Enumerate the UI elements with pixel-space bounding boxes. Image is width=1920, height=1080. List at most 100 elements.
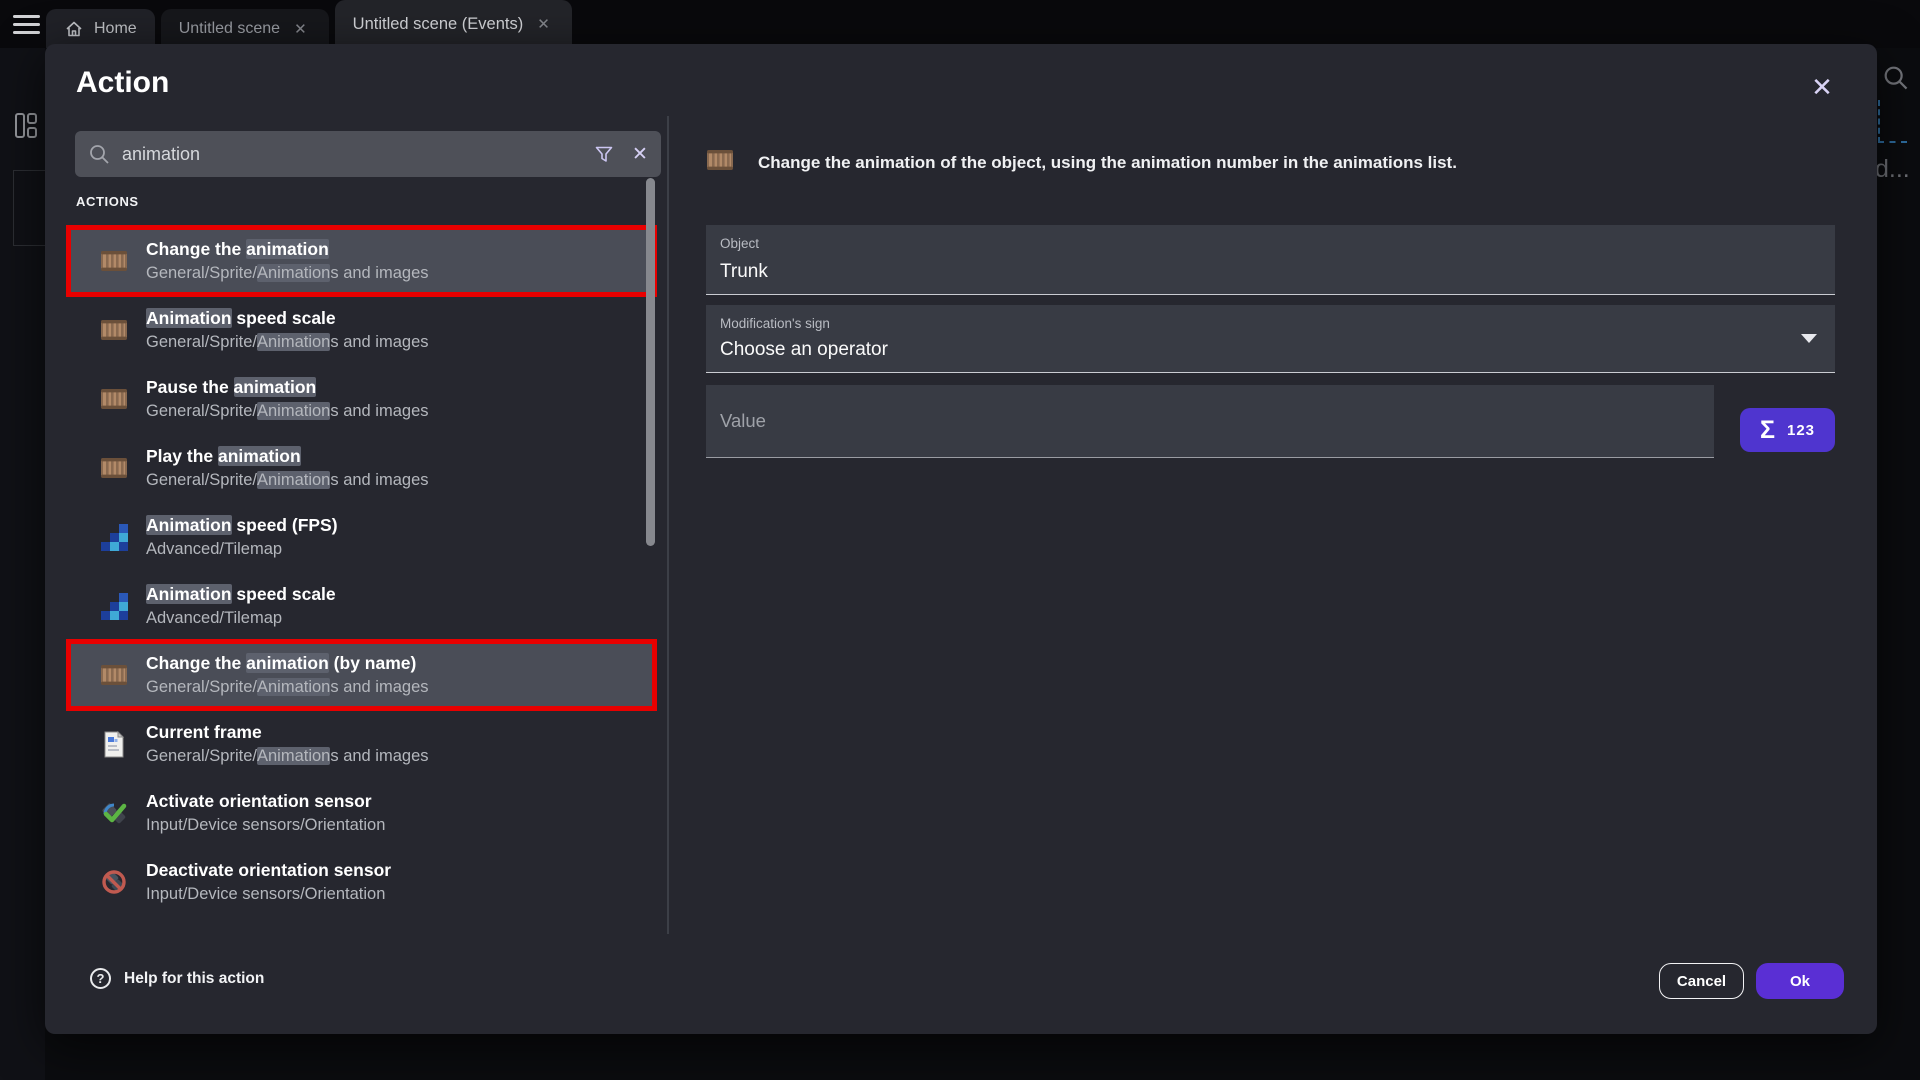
- tilemap-icon: [99, 593, 129, 620]
- app-window: HomeUntitled scene✕Untitled scene (Event…: [0, 0, 1920, 1080]
- sensor-deactivate-icon: [99, 869, 129, 895]
- action-text: Play the animation General/Sprite/Animati…: [146, 446, 429, 489]
- home-icon: [64, 20, 84, 38]
- sprite-animation-icon: [99, 249, 129, 273]
- sprite-animation-icon: [99, 663, 129, 687]
- action-text: Current frame General/Sprite/Animations a…: [146, 722, 429, 765]
- cancel-button[interactable]: Cancel: [1659, 963, 1744, 999]
- actions-section-header: ACTIONS: [76, 194, 139, 209]
- action-subtitle: General/Sprite/Animations and images: [146, 333, 429, 352]
- sprite-animation-icon: [99, 318, 129, 342]
- action-text: Activate orientation sensor Input/Device …: [146, 791, 385, 834]
- value-field: [706, 385, 1714, 458]
- action-title: Pause the animation: [146, 377, 429, 397]
- action-title: Animation speed scale: [146, 308, 429, 328]
- panel-divider: [667, 116, 669, 934]
- action-title: Change the animation (by name): [146, 653, 429, 673]
- action-text: Animation speed scale Advanced/Tilemap: [146, 584, 336, 627]
- action-text: Change the animation (by name) General/Sp…: [146, 653, 429, 696]
- action-text: Deactivate orientation sensor Input/Devic…: [146, 860, 391, 903]
- sprite-animation-icon: [706, 148, 734, 177]
- action-subtitle: General/Sprite/Animations and images: [146, 264, 429, 283]
- tab-label: Untitled scene: [179, 20, 280, 38]
- tab-untitled-scene[interactable]: Untitled scene ✕: [161, 9, 329, 48]
- action-title: Deactivate orientation sensor: [146, 860, 391, 880]
- action-text: Animation speed (FPS) Advanced/Tilemap: [146, 515, 338, 558]
- operator-field-value: Choose an operator: [720, 339, 888, 361]
- action-subtitle: General/Sprite/Animations and images: [146, 402, 429, 421]
- dialog-title: Action: [76, 66, 169, 100]
- expression-123-label: 123: [1787, 422, 1815, 439]
- tab-untitled-scene-events[interactable]: Untitled scene (Events) ✕: [335, 0, 572, 48]
- chevron-down-icon: [1801, 334, 1817, 343]
- action-title: Activate orientation sensor: [146, 791, 385, 811]
- action-list-item[interactable]: Animation speed scale Advanced/Tilemap: [71, 575, 652, 637]
- action-list: Change the animation General/Sprite/Anima…: [71, 230, 652, 920]
- action-title: Change the animation: [146, 239, 429, 259]
- action-subtitle: General/Sprite/Animations and images: [146, 747, 429, 766]
- action-subtitle: Input/Device sensors/Orientation: [146, 816, 385, 835]
- object-field[interactable]: Object Trunk: [706, 225, 1835, 295]
- object-field-value: Trunk: [720, 261, 768, 283]
- action-list-item[interactable]: Activate orientation sensor Input/Device …: [71, 782, 652, 844]
- help-label: Help for this action: [124, 970, 264, 988]
- action-list-item[interactable]: Current frame General/Sprite/Animations a…: [71, 713, 652, 775]
- action-list-item[interactable]: Deactivate orientation sensor Input/Devic…: [71, 851, 652, 913]
- action-subtitle: Advanced/Tilemap: [146, 609, 336, 628]
- action-title: Play the animation: [146, 446, 429, 466]
- action-list-item[interactable]: Change the animation (by name) General/Sp…: [71, 644, 652, 706]
- operator-select[interactable]: Modification's sign Choose an operator: [706, 305, 1835, 373]
- action-list-item[interactable]: Change the animation General/Sprite/Anima…: [71, 230, 652, 292]
- action-subtitle: General/Sprite/Animations and images: [146, 678, 429, 697]
- tab-label: Untitled scene (Events): [353, 15, 524, 34]
- sprite-animation-icon: [99, 387, 129, 411]
- action-text: Change the animation General/Sprite/Anima…: [146, 239, 429, 282]
- truncated-event-text: d...: [1875, 155, 1910, 184]
- action-list-item[interactable]: Play the animation General/Sprite/Animati…: [71, 437, 652, 499]
- action-subtitle: Advanced/Tilemap: [146, 540, 338, 559]
- action-list-item[interactable]: Pause the animation General/Sprite/Animat…: [71, 368, 652, 430]
- ok-button[interactable]: Ok: [1756, 963, 1844, 999]
- left-toolbar-strip: [0, 48, 45, 1080]
- frame-icon: [99, 731, 129, 758]
- list-scrollbar[interactable]: [646, 178, 655, 546]
- close-icon[interactable]: ✕: [1805, 70, 1839, 104]
- action-description-row: Change the animation of the object, usin…: [706, 148, 1835, 177]
- event-drop-indicator: [1878, 100, 1907, 143]
- tab-home[interactable]: Home: [46, 9, 155, 48]
- action-list-item[interactable]: Animation speed (FPS) Advanced/Tilemap: [71, 506, 652, 568]
- filter-icon[interactable]: [589, 146, 619, 163]
- sensor-activate-icon: [99, 800, 129, 826]
- help-icon: ?: [90, 968, 111, 989]
- action-title: Animation speed (FPS): [146, 515, 338, 535]
- action-title: Animation speed scale: [146, 584, 336, 604]
- action-text: Pause the animation General/Sprite/Animat…: [146, 377, 429, 420]
- tab-close-icon[interactable]: ✕: [290, 18, 311, 40]
- action-subtitle: General/Sprite/Animations and images: [146, 471, 429, 490]
- tab-close-icon[interactable]: ✕: [533, 13, 554, 35]
- action-title: Current frame: [146, 722, 429, 742]
- tilemap-icon: [99, 524, 129, 551]
- action-description: Change the animation of the object, usin…: [758, 153, 1457, 173]
- panels-icon[interactable]: [14, 112, 38, 144]
- hamburger-icon[interactable]: [13, 15, 40, 34]
- expression-builder-button[interactable]: Σ 123: [1740, 408, 1835, 452]
- sigma-icon: Σ: [1760, 418, 1775, 443]
- sprite-animation-icon: [99, 456, 129, 480]
- events-search-icon[interactable]: [1882, 64, 1909, 96]
- object-field-label: Object: [720, 236, 759, 251]
- clear-icon[interactable]: ✕: [625, 143, 655, 166]
- help-link[interactable]: ? Help for this action: [90, 968, 264, 989]
- action-text: Animation speed scale General/Sprite/Anim…: [146, 308, 429, 351]
- editor-tab-bar: HomeUntitled scene✕Untitled scene (Event…: [0, 0, 1920, 48]
- value-input[interactable]: [706, 385, 1714, 457]
- background-panel-outline: [13, 170, 46, 246]
- operator-field-label: Modification's sign: [720, 316, 830, 331]
- action-subtitle: Input/Device sensors/Orientation: [146, 885, 391, 904]
- tab-strip: HomeUntitled scene✕Untitled scene (Event…: [46, 0, 578, 48]
- action-dialog: Action ✕ ✕ ACTIONS Change the animation G…: [45, 44, 1877, 1034]
- search-input[interactable]: [120, 143, 589, 166]
- action-list-item[interactable]: Animation speed scale General/Sprite/Anim…: [71, 299, 652, 361]
- action-search-bar: ✕: [75, 131, 661, 177]
- search-icon: [88, 143, 110, 165]
